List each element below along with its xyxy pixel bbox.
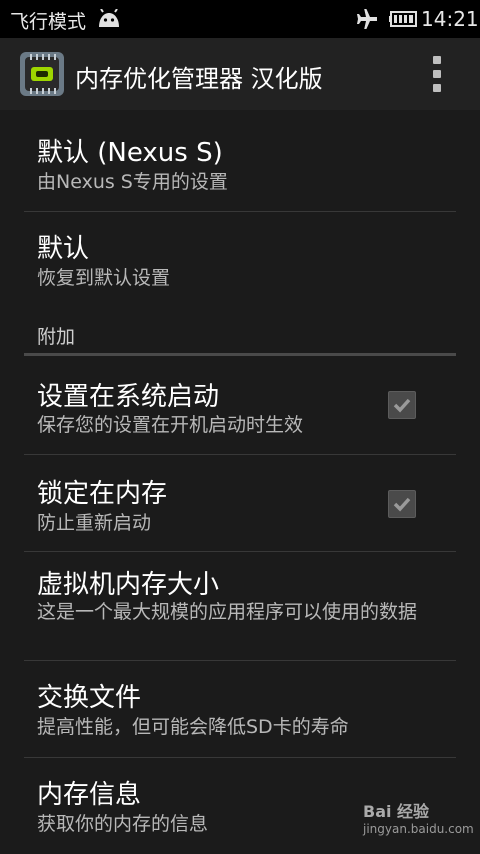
airplane-mode-label: 飞行模式 xyxy=(10,11,87,33)
item-summary: 由Nexus S专用的设置 xyxy=(37,171,228,193)
battery-icon xyxy=(389,11,417,27)
set-on-boot-checkbox[interactable] xyxy=(388,391,416,419)
list-item-set-on-boot[interactable]: 设置在系统启动 保存您的设置在开机启动时生效 xyxy=(0,356,480,454)
item-title: 虚拟机内存大小 xyxy=(37,570,220,600)
item-summary: 这是一个最大规模的应用程序可以使用的数据 xyxy=(37,601,418,623)
airplane-icon xyxy=(357,9,377,29)
watermark-url: jingyan.baidu.com xyxy=(363,822,474,836)
list-item-swap-file[interactable]: 交换文件 提高性能，但可能会降低SD卡的寿命 xyxy=(0,661,480,757)
clock: 14:21 xyxy=(421,7,479,31)
action-bar: 内存优化管理器 汉化版 xyxy=(0,38,480,110)
item-title: 设置在系统启动 xyxy=(37,382,220,412)
list-item-default-nexus-s[interactable]: 默认 (Nexus S) 由Nexus S专用的设置 xyxy=(0,110,480,212)
section-header: 附加 xyxy=(37,326,76,348)
overflow-menu-icon[interactable] xyxy=(426,54,448,94)
watermark-brand: Bai 经验 xyxy=(363,802,430,821)
item-title: 交换文件 xyxy=(37,683,142,713)
android-icon xyxy=(99,9,119,27)
list-item-default[interactable]: 默认 恢复到默认设置 xyxy=(0,212,480,308)
checkmark-icon xyxy=(393,497,411,512)
item-title: 默认 (Nexus S) xyxy=(37,138,223,168)
checkmark-icon xyxy=(393,398,411,413)
item-title: 内存信息 xyxy=(37,780,142,810)
list-item-lock-in-memory[interactable]: 锁定在内存 防止重新启动 xyxy=(0,455,480,551)
status-bar: 飞行模式 14:21 xyxy=(0,0,480,38)
item-title: 默认 xyxy=(37,234,90,264)
item-summary: 防止重新启动 xyxy=(37,512,152,534)
item-summary: 保存您的设置在开机启动时生效 xyxy=(37,414,304,436)
app-title: 内存优化管理器 汉化版 xyxy=(75,65,323,93)
baidu-watermark: Bai 经验 jingyan.baidu.com xyxy=(363,798,474,836)
memory-chip-icon[interactable] xyxy=(20,52,64,96)
list-item-vm-heap-size[interactable]: 虚拟机内存大小 这是一个最大规模的应用程序可以使用的数据 xyxy=(0,552,480,660)
item-summary: 恢复到默认设置 xyxy=(37,267,171,289)
item-title: 锁定在内存 xyxy=(37,479,168,509)
item-summary: 提高性能，但可能会降低SD卡的寿命 xyxy=(37,716,349,738)
lock-in-memory-checkbox[interactable] xyxy=(388,490,416,518)
